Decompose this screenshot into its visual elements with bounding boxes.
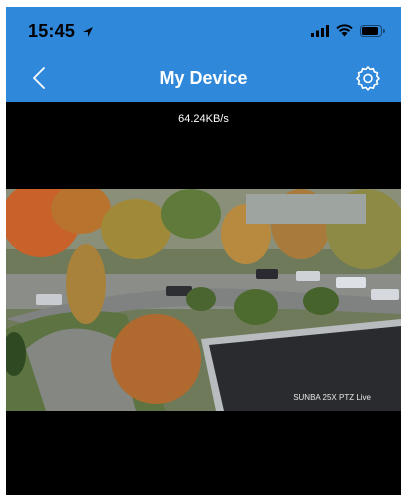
- battery-icon: [360, 24, 385, 37]
- settings-gear-icon[interactable]: [353, 64, 383, 94]
- wifi-icon: [336, 24, 353, 37]
- navigation-bar: My Device: [6, 55, 401, 102]
- camera-scene-image: [6, 189, 401, 411]
- live-video-feed[interactable]: SUNBA 25X PTZ Live: [6, 189, 401, 411]
- status-icons: [311, 24, 385, 37]
- status-bar: 15:45: [6, 7, 401, 55]
- camera-watermark: SUNBA 25X PTZ Live: [293, 393, 371, 402]
- device-screen: 15:45 My Device 64.24KB/s SUNBA 25X PTZ …: [6, 7, 401, 495]
- status-time: 15:45: [28, 21, 76, 41]
- status-time-group: 15:45: [28, 21, 95, 42]
- page-title: My Device: [159, 68, 248, 88]
- cellular-signal-icon: [311, 24, 329, 37]
- stream-speed: 64.24KB/s: [178, 113, 229, 125]
- location-arrow-icon: [83, 26, 94, 37]
